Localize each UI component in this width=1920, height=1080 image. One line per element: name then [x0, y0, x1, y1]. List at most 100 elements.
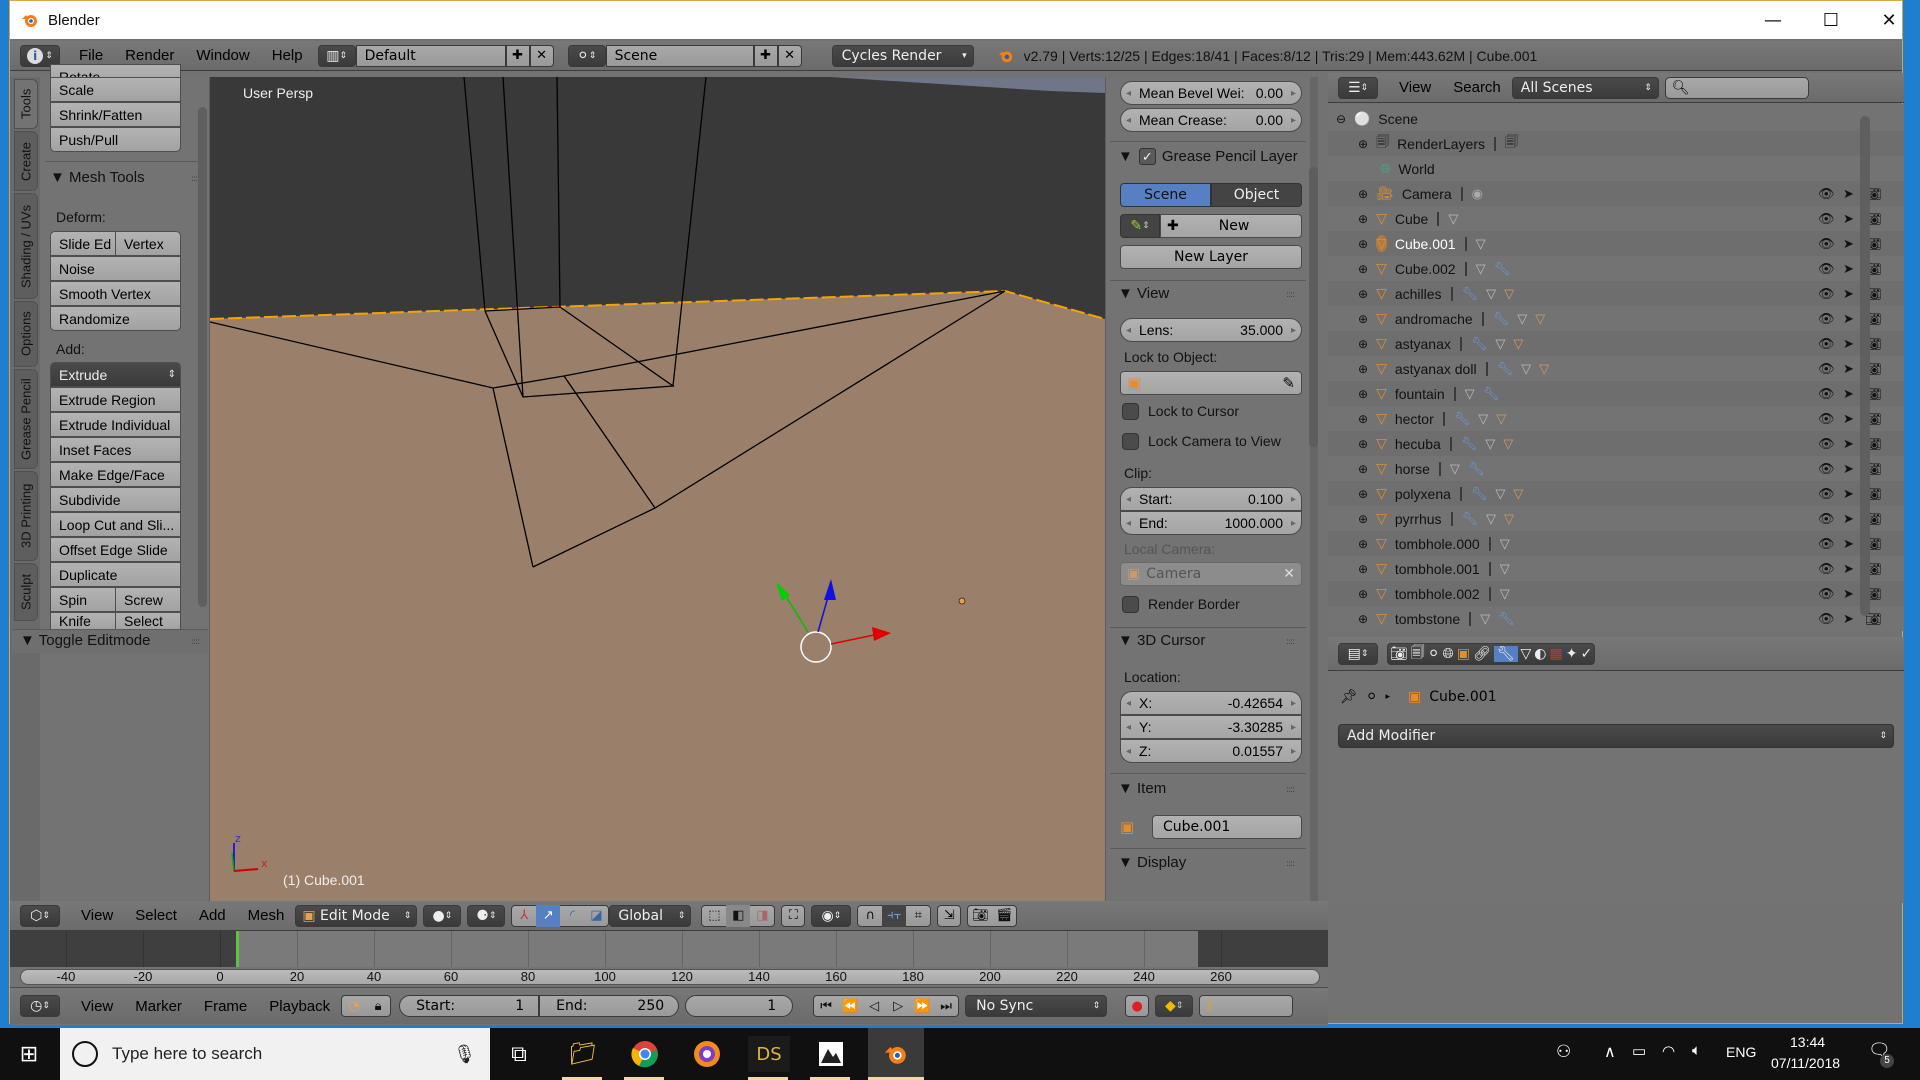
- selectability-cursor-icon[interactable]: ➤: [1843, 236, 1854, 252]
- randomize-button[interactable]: Randomize: [50, 306, 181, 331]
- npanel-scrollbar[interactable]: [1309, 167, 1318, 447]
- object-name[interactable]: tombhole.000: [1395, 536, 1480, 552]
- object-name[interactable]: hecuba: [1395, 436, 1441, 452]
- minimize-button[interactable]: —: [1744, 1, 1802, 39]
- mesh-data-icon[interactable]: ▽: [1500, 561, 1510, 577]
- vertex-group-icon[interactable]: ▽: [1504, 511, 1514, 527]
- extrude-dropdown[interactable]: Extrude ⇕: [50, 362, 181, 387]
- selectability-cursor-icon[interactable]: ➤: [1843, 436, 1854, 452]
- item-name-field[interactable]: Cube.001: [1152, 815, 1302, 839]
- panel-grip-icon[interactable]: ::::: [1286, 290, 1295, 300]
- menu-render[interactable]: Render: [114, 47, 185, 64]
- expand-icon[interactable]: ⊕: [1358, 587, 1368, 601]
- visibility-eye-icon[interactable]: 👁︎: [1818, 586, 1835, 602]
- object-name[interactable]: Cube: [1395, 211, 1428, 227]
- lock-object-field[interactable]: ▣ ✎: [1120, 371, 1302, 395]
- object-name[interactable]: andromache: [1395, 311, 1473, 327]
- jump-keyframe-back-icon[interactable]: ⏪: [838, 995, 862, 1017]
- tab-options[interactable]: Options: [14, 301, 38, 367]
- expand-icon[interactable]: ⊕: [1358, 312, 1368, 326]
- vertex-group-icon[interactable]: ▽: [1504, 286, 1514, 302]
- grease-pencil-layer-header[interactable]: ▼ ✓ Grease Pencil Layer: [1118, 148, 1298, 165]
- outliner-menu-view[interactable]: View: [1388, 79, 1442, 96]
- visibility-eye-icon[interactable]: 👁︎: [1818, 361, 1835, 377]
- vertex-group-icon[interactable]: ▽: [1539, 361, 1549, 377]
- wifi-icon[interactable]: ◠: [1662, 1042, 1675, 1060]
- scale-manipulator-icon[interactable]: ◪: [584, 905, 608, 927]
- current-frame-field[interactable]: 1: [685, 995, 794, 1017]
- lock-to-cursor-checkbox[interactable]: [1122, 403, 1139, 420]
- vertex-group-icon[interactable]: ▽: [1513, 336, 1523, 352]
- material-tab-icon[interactable]: ◐: [1534, 646, 1546, 662]
- physics-tab-icon[interactable]: ✓: [1580, 646, 1592, 662]
- extrude-individual-button[interactable]: Extrude Individual: [50, 412, 181, 437]
- orientation-dropdown[interactable]: Global ⇕: [609, 904, 692, 927]
- mesh-data-icon[interactable]: ▽: [1486, 511, 1496, 527]
- language-indicator[interactable]: ENG: [1726, 1044, 1756, 1060]
- knife-button[interactable]: Knife: [50, 612, 116, 630]
- item-panel-header[interactable]: ▼ Item: [1118, 780, 1166, 797]
- visibility-eye-icon[interactable]: 👁︎: [1818, 611, 1835, 627]
- add-layout-icon[interactable]: ✚: [505, 44, 530, 67]
- loop-cut-button[interactable]: Loop Cut and Sli...: [50, 512, 181, 537]
- expand-icon[interactable]: ⊕: [1358, 562, 1368, 576]
- tab-tools[interactable]: Tools: [14, 79, 38, 129]
- delete-scene-icon[interactable]: ✕: [777, 44, 802, 67]
- proportional-edit-dropdown[interactable]: ◉ ⇕: [811, 904, 852, 927]
- mesh-data-icon[interactable]: ▽: [1476, 261, 1486, 277]
- mean-bevel-weight-field[interactable]: Mean Bevel Wei:0.00: [1120, 81, 1302, 105]
- limit-selection-icon[interactable]: ⛶: [781, 904, 806, 927]
- modifier-icon[interactable]: 🔧︎: [1497, 361, 1514, 377]
- clock-date[interactable]: 07/11/2018: [1771, 1055, 1840, 1071]
- scene-selector[interactable]: ⚪ ⇕: [567, 44, 606, 67]
- timeline-menu-playback[interactable]: Playback: [258, 998, 341, 1015]
- outliner-object-row[interactable]: ⊕ ▽ astyanax doll 🔧︎ ▽ ▽ 👁︎ ➤ 📷︎: [1328, 356, 1904, 381]
- selectability-cursor-icon[interactable]: ➤: [1843, 311, 1854, 327]
- selectability-cursor-icon[interactable]: ➤: [1843, 261, 1854, 277]
- opengl-animation-icon[interactable]: 🎬︎: [992, 905, 1016, 927]
- modifier-icon[interactable]: 🔧︎: [1471, 486, 1488, 502]
- mesh-data-icon[interactable]: ▽: [1486, 286, 1496, 302]
- visibility-eye-icon[interactable]: 👁︎: [1818, 236, 1835, 252]
- tab-sculpt[interactable]: Sculpt: [14, 563, 38, 621]
- visibility-eye-icon[interactable]: 👁︎: [1818, 411, 1835, 427]
- modifier-icon[interactable]: 🔧︎: [1498, 611, 1515, 627]
- shading-dropdown[interactable]: ● ⇕: [423, 904, 462, 927]
- pin-icon[interactable]: 📌︎: [1340, 689, 1358, 705]
- modifier-icon[interactable]: 🔧︎: [1471, 336, 1488, 352]
- clip-start-field[interactable]: Start:0.100: [1120, 487, 1302, 511]
- grease-new-button[interactable]: ✚ New: [1160, 214, 1302, 238]
- people-icon[interactable]: ⚇: [1556, 1042, 1571, 1062]
- selectability-cursor-icon[interactable]: ➤: [1843, 386, 1854, 402]
- modifier-icon[interactable]: 🔧︎: [1493, 311, 1510, 327]
- edge-select-icon[interactable]: ◧: [726, 904, 751, 927]
- volume-icon[interactable]: 🔈︎: [1692, 1042, 1701, 1059]
- mode-dropdown[interactable]: ▣ Edit Mode ⇕: [295, 904, 418, 927]
- panel-grip-icon[interactable]: ::::: [1286, 637, 1295, 647]
- outliner-object-row[interactable]: ⊕ ▽ andromache 🔧︎ ▽ ▽ 👁︎ ➤ 📷︎: [1328, 306, 1904, 331]
- mesh-data-icon[interactable]: ▽: [1465, 386, 1475, 402]
- menu-file[interactable]: File: [68, 47, 114, 64]
- mesh-data-icon[interactable]: ▽: [1478, 411, 1488, 427]
- taskbar-photos[interactable]: [810, 1036, 852, 1072]
- render-engine-dropdown[interactable]: Cycles Render ▾: [831, 44, 974, 67]
- layout-selector[interactable]: ▥ ⇕: [317, 44, 356, 67]
- vertex-group-icon[interactable]: ▽: [1496, 411, 1506, 427]
- object-name[interactable]: hector: [1395, 411, 1434, 427]
- mesh-data-icon[interactable]: ▽: [1495, 336, 1505, 352]
- taskbar-chrome[interactable]: [624, 1036, 666, 1072]
- editor-type-timeline[interactable]: ◷ ⇕: [20, 995, 60, 1017]
- subdivide-button[interactable]: Subdivide: [50, 487, 181, 512]
- active-keying-set-field[interactable]: ⚷: [1199, 995, 1294, 1017]
- mesh-data-icon[interactable]: ▽: [1500, 586, 1510, 602]
- expand-icon[interactable]: ⊕: [1358, 412, 1368, 426]
- outliner-object-row[interactable]: ⊕ ▽ pyrrhus 🔧︎ ▽ ▽ 👁︎ ➤ 📷︎: [1328, 506, 1904, 531]
- current-frame-marker[interactable]: [236, 931, 239, 967]
- expand-icon[interactable]: ⊕: [1358, 512, 1368, 526]
- scene-name-field[interactable]: Scene: [605, 44, 754, 67]
- grease-scene-tab[interactable]: Scene: [1120, 183, 1211, 207]
- shrink-fatten-button[interactable]: Shrink/Fatten: [50, 102, 181, 127]
- modifier-icon[interactable]: 🔧︎: [1494, 261, 1511, 277]
- selectability-cursor-icon[interactable]: ➤: [1843, 411, 1854, 427]
- duplicate-button[interactable]: Duplicate: [50, 562, 181, 587]
